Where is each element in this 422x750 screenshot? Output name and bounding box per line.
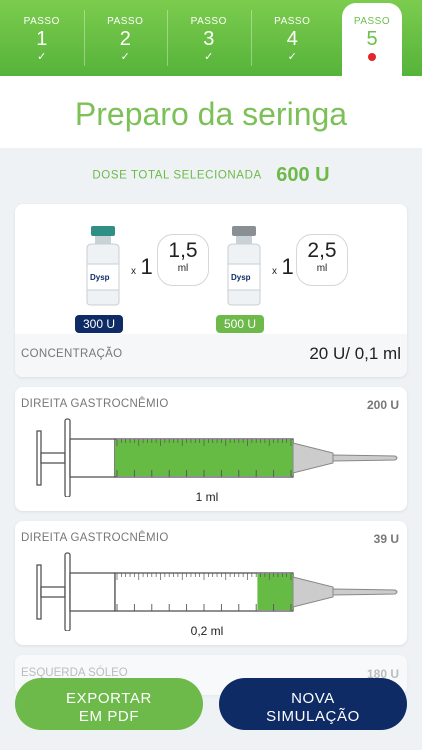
step-label: PASSO <box>107 16 144 27</box>
muscle-dose: 200 U <box>366 398 399 412</box>
new-label-line1: NOVA <box>291 690 335 707</box>
plunger-rod <box>40 586 66 598</box>
vial-cap <box>232 226 256 236</box>
total-dose-value: 600 U <box>276 164 330 186</box>
vial-icon: Dysp <box>86 226 120 306</box>
vial-volume-value: 1,5 <box>168 239 198 262</box>
finger-flange <box>64 418 71 497</box>
vial-volume-bubble: 2,5 ml <box>296 234 348 286</box>
vial-count-number: 1 <box>140 254 153 279</box>
svg-text:Dysp: Dysp <box>231 273 251 282</box>
syringe-nozzle <box>292 576 334 608</box>
checkmark-icon: ✓ <box>37 51 47 63</box>
export-pdf-button[interactable]: EXPORTAR EM PDF <box>15 678 203 730</box>
step-label: PASSO <box>274 16 311 27</box>
page-title: Preparo da seringa <box>74 96 348 132</box>
vial-count: x 1 <box>272 254 294 280</box>
step-label: PASSO <box>353 16 391 27</box>
muscle-dose: 39 U <box>373 532 399 546</box>
vial-volume-unit: ml <box>316 263 328 274</box>
new-simulation-button[interactable]: NOVA SIMULAÇÃO <box>219 678 407 730</box>
syringe-volume: 0,2 ml <box>190 624 224 638</box>
concentration-value: 20 U/ 0,1 ml <box>309 344 401 363</box>
step-5-active[interactable]: PASSO 5 <box>342 3 402 76</box>
total-dose: DOSE TOTAL SELECIONADA 600 U <box>0 164 422 187</box>
step-number: 5 <box>366 28 378 50</box>
vial-volume-unit: ml <box>177 263 189 274</box>
step-2[interactable]: PASSO 2 ✓ <box>83 0 168 76</box>
needle-icon <box>332 588 398 596</box>
step-number: 4 <box>286 28 298 50</box>
finger-flange <box>64 552 71 631</box>
syringe-card[interactable]: DIREITA GASTROCNÊMIO 200 U 1 ml <box>15 387 407 511</box>
step-1[interactable]: PASSO 1 ✓ <box>0 0 84 76</box>
vial-icon: Dysp <box>227 226 261 306</box>
checkmark-icon: ✓ <box>204 51 214 63</box>
vial-500: Dysp 500 U x 1 2,5 ml <box>216 224 396 333</box>
new-label-line2: SIMULAÇÃO <box>266 708 360 725</box>
multiply-sign: x <box>131 266 136 277</box>
step-number: 2 <box>119 28 131 50</box>
vial-volume-value: 2,5 <box>307 239 337 262</box>
total-dose-label: DOSE TOTAL SELECIONADA <box>92 169 262 182</box>
vial-units-badge: 300 U <box>75 315 124 333</box>
export-label-line1: EXPORTAR <box>66 690 152 707</box>
plunger-stopper <box>69 438 116 478</box>
needle-icon <box>332 454 398 462</box>
syringe-nozzle <box>292 442 334 474</box>
vial-volume-bubble: 1,5 ml <box>157 234 209 286</box>
syringe-fill <box>257 574 293 610</box>
syringe-volume: 1 ml <box>195 490 219 504</box>
vial-cap <box>91 226 115 236</box>
current-step-dot-icon <box>368 53 376 61</box>
step-navigation: PASSO 1 ✓ PASSO 2 ✓ PASSO 3 ✓ PASSO 4 ✓ … <box>0 0 422 76</box>
muscle-label: DIREITA GASTROCNÊMIO <box>21 532 169 544</box>
vial-units-badge: 500 U <box>216 315 265 333</box>
vials-card: Dysp 300 U x 1 1,5 ml Dysp 500 U x 1 2,5… <box>15 204 407 377</box>
vial-count: x 1 <box>131 254 153 280</box>
syringe-card[interactable]: DIREITA GASTROCNÊMIO 39 U 0,2 ml <box>15 521 407 645</box>
plunger-rod <box>40 452 66 464</box>
step-label: PASSO <box>190 16 227 27</box>
step-3[interactable]: PASSO 3 ✓ <box>167 0 251 76</box>
concentration-row: CONCENTRAÇÃO 20 U/ 0,1 ml <box>15 334 407 377</box>
syringe-icon <box>36 418 398 497</box>
checkmark-icon: ✓ <box>287 51 297 63</box>
syringe-icon <box>36 552 398 631</box>
export-label-line2: EM PDF <box>78 708 140 725</box>
plunger-stopper <box>69 572 116 612</box>
step-label: PASSO <box>23 16 60 27</box>
vial-count-number: 1 <box>281 254 294 279</box>
title-bar: Preparo da seringa <box>0 76 422 148</box>
checkmark-icon: ✓ <box>120 51 130 63</box>
svg-text:Dysp: Dysp <box>90 273 110 282</box>
concentration-label: CONCENTRAÇÃO <box>21 348 123 360</box>
step-number: 3 <box>203 28 215 50</box>
multiply-sign: x <box>272 266 277 277</box>
step-4[interactable]: PASSO 4 ✓ <box>250 0 335 76</box>
muscle-label: DIREITA GASTROCNÊMIO <box>21 398 169 410</box>
step-number: 1 <box>36 28 48 50</box>
